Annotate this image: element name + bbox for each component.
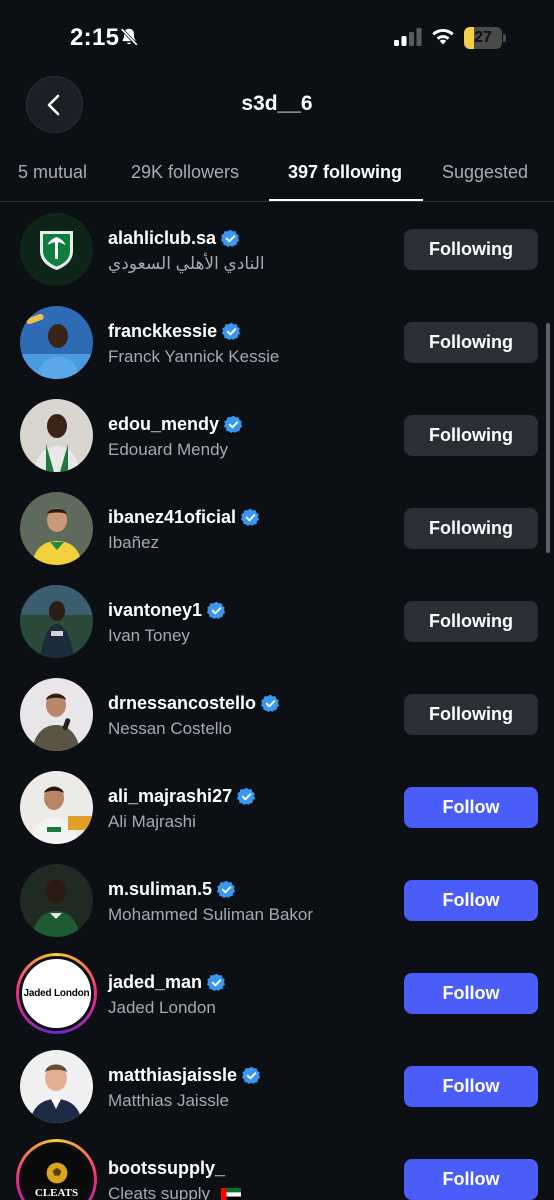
verified-badge-icon	[237, 787, 256, 805]
avatar[interactable]	[20, 864, 93, 937]
follow-button[interactable]: Follow	[404, 1066, 538, 1107]
profile-photo-icon	[20, 678, 93, 751]
tab-mutual[interactable]: 5 mutual	[18, 162, 87, 183]
list-item[interactable]: drnessancostello Nessan Costello Followi…	[0, 668, 554, 761]
bell-muted-icon	[120, 28, 138, 46]
tab-suggested[interactable]: Suggested	[442, 162, 528, 183]
page-title: s3d__6	[241, 92, 313, 115]
profile-photo-icon	[20, 585, 93, 658]
full-name: Cleats supply	[108, 1184, 211, 1200]
following-button[interactable]: Following	[404, 322, 538, 363]
username[interactable]: edou_mendy	[108, 414, 219, 435]
wifi-icon	[432, 28, 454, 45]
list-item[interactable]: ibanez41oficial Ibañez Following	[0, 482, 554, 575]
list-item[interactable]: Jaded London jaded_man Jaded London Foll…	[0, 947, 554, 1040]
list-item[interactable]: CLEATS bootssupply_ Cleats supply Follow	[0, 1133, 554, 1200]
following-button[interactable]: Following	[404, 508, 538, 549]
avatar-story-ring[interactable]: CLEATS	[16, 1139, 97, 1200]
full-name: Mohammed Suliman Bakor	[108, 905, 314, 924]
username[interactable]: alahliclub.sa	[108, 228, 216, 249]
profile-photo-icon	[20, 864, 93, 937]
avatar[interactable]	[20, 306, 93, 379]
profile-photo-icon	[20, 306, 93, 379]
tab-followers[interactable]: 29K followers	[131, 162, 239, 183]
full-name: Franck Yannick Kessie	[108, 347, 280, 366]
verified-badge-icon	[224, 415, 243, 433]
verified-badge-icon	[241, 508, 260, 526]
verified-badge-icon	[222, 322, 241, 340]
tab-bar: 5 mutual 29K followers 397 following Sug…	[0, 150, 554, 202]
following-button[interactable]: Following	[404, 694, 538, 735]
verified-badge-icon	[207, 973, 226, 991]
avatar[interactable]	[20, 492, 93, 565]
username[interactable]: ali_majrashi27	[108, 786, 232, 807]
username[interactable]: jaded_man	[108, 972, 202, 993]
following-button[interactable]: Following	[404, 601, 538, 642]
avatar-story-ring[interactable]: Jaded London	[16, 953, 97, 1034]
avatar[interactable]	[20, 399, 93, 472]
battery-percent: 27	[474, 29, 492, 46]
cellular-signal-icon	[394, 28, 422, 46]
list-item[interactable]: edou_mendy Edouard Mendy Following	[0, 389, 554, 482]
club-crest-icon	[20, 213, 93, 286]
football-icon	[46, 1162, 67, 1184]
username[interactable]: bootssupply_	[108, 1158, 225, 1179]
full-name: Ivan Toney	[108, 626, 190, 645]
list-item[interactable]: ivantoney1 Ivan Toney Following	[0, 575, 554, 668]
status-time: 2:15	[70, 24, 120, 51]
follow-button[interactable]: Follow	[404, 787, 538, 828]
username[interactable]: matthiasjaissle	[108, 1065, 237, 1086]
scrollbar[interactable]	[546, 323, 550, 553]
full-name: Ali Majrashi	[108, 812, 196, 831]
list-item[interactable]: m.suliman.5 Mohammed Suliman Bakor Follo…	[0, 854, 554, 947]
list-item[interactable]: ali_majrashi27 Ali Majrashi Follow	[0, 761, 554, 854]
username[interactable]: franckkessie	[108, 321, 217, 342]
profile-photo-icon	[20, 1050, 93, 1123]
full-name-with-flag: Cleats supply	[108, 1184, 241, 1200]
full-name: Matthias Jaissle	[108, 1091, 229, 1110]
profile-photo-icon	[20, 399, 93, 472]
uae-flag-icon	[220, 1188, 241, 1200]
avatar-logo-text: Jaded London	[23, 988, 90, 999]
active-tab-indicator	[269, 199, 423, 201]
full-name: Edouard Mendy	[108, 440, 229, 459]
verified-badge-icon	[217, 880, 236, 898]
avatar[interactable]	[20, 771, 93, 844]
status-bar: 2:15 27	[0, 0, 554, 72]
following-button[interactable]: Following	[404, 415, 538, 456]
verified-badge-icon	[207, 601, 226, 619]
verified-badge-icon	[221, 229, 240, 247]
follow-button[interactable]: Follow	[404, 1159, 538, 1200]
battery-indicator: 27	[464, 27, 506, 49]
verified-badge-icon	[242, 1066, 261, 1084]
profile-photo-icon	[20, 771, 93, 844]
verified-badge-icon	[261, 694, 280, 712]
avatar[interactable]	[20, 585, 93, 658]
full-name: Nessan Costello	[108, 719, 232, 738]
full-name: النادي الأهلي السعودي	[108, 254, 265, 273]
avatar[interactable]	[20, 1050, 93, 1123]
full-name: Jaded London	[108, 998, 216, 1017]
username[interactable]: ivantoney1	[108, 600, 202, 621]
avatar[interactable]	[20, 213, 93, 286]
list-item[interactable]: alahliclub.sa النادي الأهلي السعودي Foll…	[0, 203, 554, 296]
follow-button[interactable]: Follow	[404, 880, 538, 921]
avatar[interactable]	[20, 678, 93, 751]
list-item[interactable]: franckkessie Franck Yannick Kessie Follo…	[0, 296, 554, 389]
list-item[interactable]: matthiasjaissle Matthias Jaissle Follow	[0, 1040, 554, 1133]
full-name: Ibañez	[108, 533, 160, 552]
username[interactable]: ibanez41oficial	[108, 507, 236, 528]
avatar-logo-text: CLEATS	[34, 1187, 79, 1199]
following-button[interactable]: Following	[404, 229, 538, 270]
username[interactable]: m.suliman.5	[108, 879, 212, 900]
username[interactable]: drnessancostello	[108, 693, 256, 714]
follow-button[interactable]: Follow	[404, 973, 538, 1014]
profile-photo-icon	[20, 492, 93, 565]
tab-following[interactable]: 397 following	[288, 162, 402, 183]
